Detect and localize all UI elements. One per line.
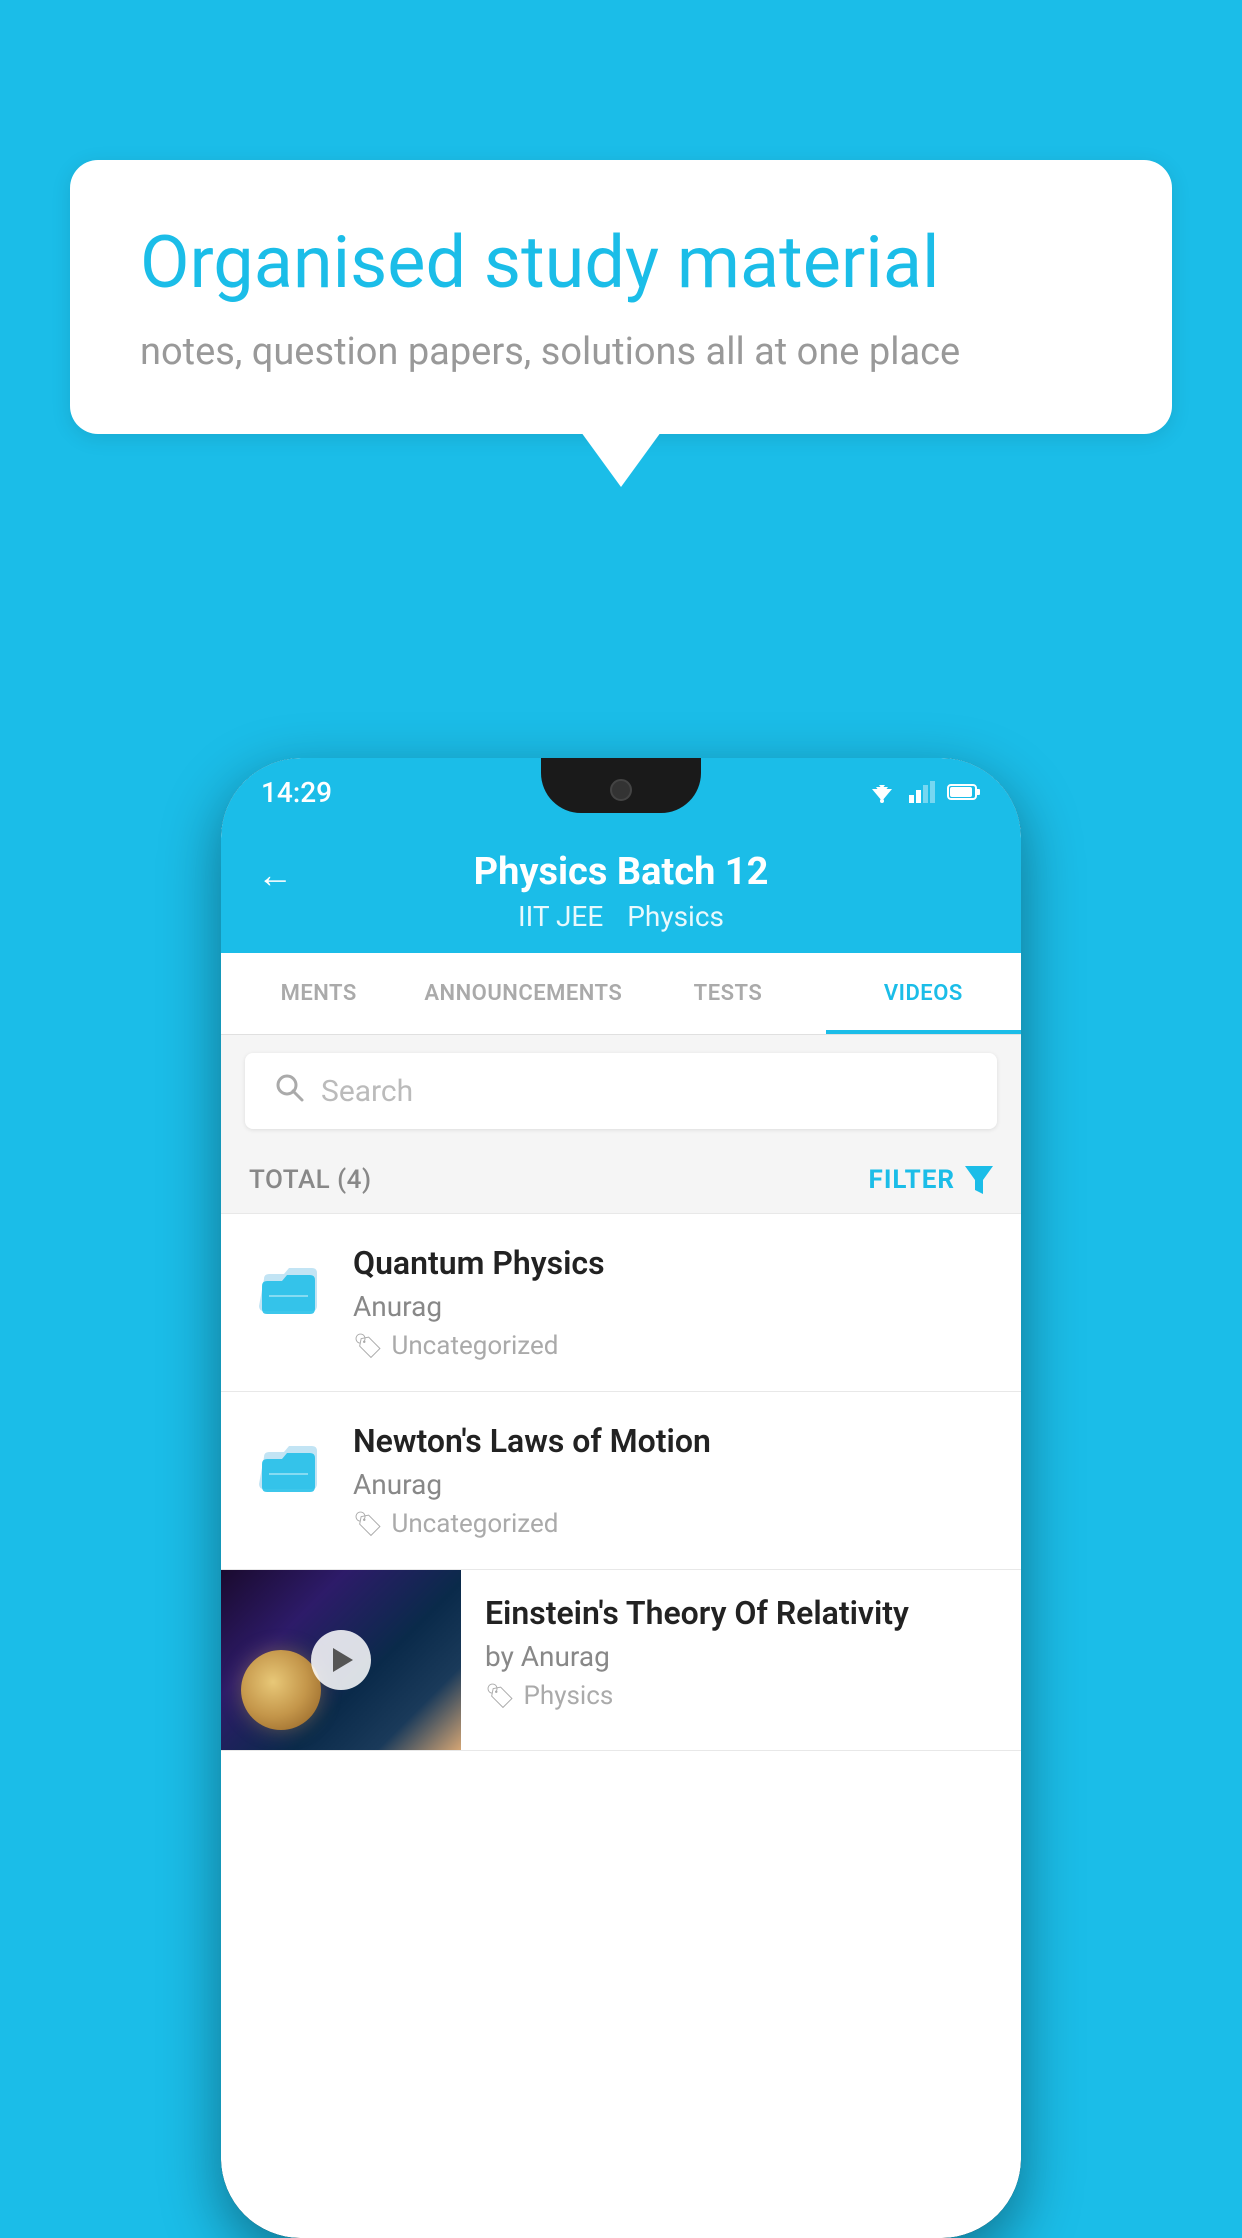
phone-inner: 14:29: [221, 758, 1021, 2238]
item-author: Anurag: [353, 1468, 993, 1501]
video-author: by Anurag: [485, 1640, 997, 1673]
tag-icon: 🏷: [353, 1510, 383, 1538]
wifi-icon: [867, 781, 897, 803]
item-content: Newton's Laws of Motion Anurag 🏷 Uncateg…: [353, 1422, 993, 1539]
folder-icon: [249, 1422, 329, 1512]
search-icon: [273, 1071, 305, 1111]
bubble-subtitle: notes, question papers, solutions all at…: [140, 330, 1102, 374]
item-content: Quantum Physics Anurag 🏷 Uncategorized: [353, 1244, 993, 1361]
list-item[interactable]: Quantum Physics Anurag 🏷 Uncategorized: [221, 1214, 1021, 1392]
tab-tests[interactable]: TESTS: [630, 953, 825, 1034]
header-tag-iitjee: IIT JEE: [518, 900, 603, 933]
battery-icon: [947, 782, 981, 802]
video-title: Einstein's Theory Of Relativity: [485, 1594, 997, 1632]
tabs-bar: MENTS ANNOUNCEMENTS TESTS VIDEOS: [221, 953, 1021, 1035]
folder-icon: [249, 1244, 329, 1334]
header-tag-physics: Physics: [627, 900, 724, 933]
search-container: Search: [221, 1035, 1021, 1147]
search-bar[interactable]: Search: [245, 1053, 997, 1129]
status-time: 14:29: [261, 776, 332, 809]
item-title: Newton's Laws of Motion: [353, 1422, 993, 1460]
bubble-title: Organised study material: [140, 220, 1102, 306]
video-tag: 🏷 Physics: [485, 1681, 997, 1711]
video-thumbnail: [221, 1570, 461, 1750]
item-tag: 🏷 Uncategorized: [353, 1331, 993, 1361]
item-tag: 🏷 Uncategorized: [353, 1509, 993, 1539]
speech-bubble: Organised study material notes, question…: [70, 160, 1172, 434]
signal-icon: [909, 781, 935, 803]
tag-icon: 🏷: [353, 1332, 383, 1360]
app-header: ← Physics Batch 12 IIT JEE Physics: [221, 826, 1021, 953]
content-list: Quantum Physics Anurag 🏷 Uncategorized: [221, 1214, 1021, 1751]
planet-decoration: [241, 1650, 321, 1730]
item-author: Anurag: [353, 1290, 993, 1323]
speech-bubble-wrapper: Organised study material notes, question…: [70, 160, 1172, 487]
list-item[interactable]: Newton's Laws of Motion Anurag 🏷 Uncateg…: [221, 1392, 1021, 1570]
phone-frame: 14:29: [221, 758, 1021, 2238]
tab-ments[interactable]: MENTS: [221, 953, 416, 1034]
filter-bar: TOTAL (4) FILTER: [221, 1147, 1021, 1214]
speech-bubble-tail: [581, 432, 661, 487]
filter-button[interactable]: FILTER: [869, 1165, 993, 1195]
batch-title: Physics Batch 12: [474, 850, 769, 894]
status-icons: [867, 781, 981, 803]
play-button[interactable]: [311, 1630, 371, 1690]
video-content: Einstein's Theory Of Relativity by Anura…: [461, 1570, 1021, 1735]
tab-announcements[interactable]: ANNOUNCEMENTS: [416, 953, 630, 1034]
tag-icon: 🏷: [485, 1682, 515, 1710]
camera-lens: [610, 779, 632, 801]
header-tags: IIT JEE Physics: [518, 900, 724, 933]
status-bar: 14:29: [221, 758, 1021, 826]
phone-screen: 14:29: [221, 758, 1021, 2238]
phone-notch: [541, 758, 701, 813]
tab-videos[interactable]: VIDEOS: [826, 953, 1021, 1034]
video-list-item[interactable]: Einstein's Theory Of Relativity by Anura…: [221, 1570, 1021, 1751]
item-title: Quantum Physics: [353, 1244, 993, 1282]
search-placeholder: Search: [321, 1074, 413, 1109]
filter-icon: [965, 1166, 993, 1194]
back-button[interactable]: ←: [257, 854, 293, 896]
total-count: TOTAL (4): [249, 1165, 372, 1195]
